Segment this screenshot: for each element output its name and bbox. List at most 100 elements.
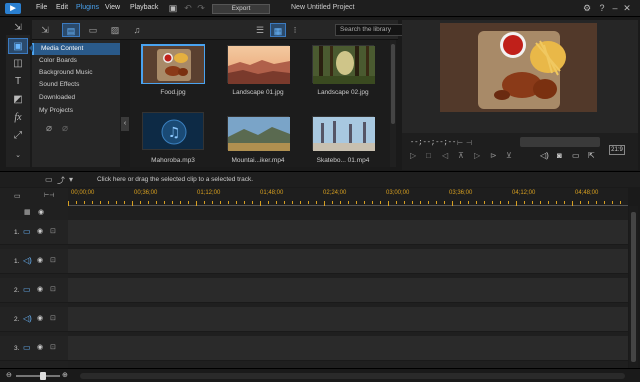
thumb-skateboard[interactable]	[312, 116, 375, 151]
import-media-icon[interactable]: ⇲	[36, 23, 54, 37]
audio-filter-icon[interactable]: ♫	[128, 23, 146, 37]
time-ruler[interactable]: 00;00;00 00;36;00 01;12;00 01;48;00 02;24;00…	[68, 188, 628, 206]
video-filter-icon[interactable]: ▭	[84, 23, 102, 37]
category-sound-effects[interactable]: Sound Effects	[32, 79, 120, 91]
category-color-boards[interactable]: Color Boards	[32, 55, 120, 67]
volume-icon[interactable]: ◁)	[540, 151, 549, 160]
pip-room-icon[interactable]: ◫	[8, 56, 28, 72]
track-header-video[interactable]: 2. ▭ ◉ ⊡	[0, 278, 68, 303]
menu-playback[interactable]: Playback	[130, 4, 158, 11]
fast-forward-icon[interactable]: ⊳	[490, 151, 497, 160]
fix-enhance-icon[interactable]: ⤴	[57, 175, 65, 186]
close-icon[interactable]: ✕	[622, 3, 632, 13]
menu-edit[interactable]: Edit	[56, 4, 68, 11]
grid-view-icon[interactable]: ▦	[270, 23, 286, 37]
category-media-content[interactable]: Media Content	[32, 43, 120, 55]
minimize-icon[interactable]: –	[610, 3, 620, 13]
zoom-slider-handle[interactable]	[40, 372, 46, 380]
particle-room-icon[interactable]: ⤢	[8, 128, 28, 144]
timeline-mode-icon[interactable]: ▭	[14, 192, 21, 200]
next-frame-icon[interactable]: ▷	[474, 151, 480, 160]
zoom-in-icon[interactable]: ⊕	[62, 371, 68, 379]
export-button[interactable]: Export	[212, 4, 270, 14]
mark-in-icon[interactable]: ⊢	[457, 139, 463, 147]
zoom-out-icon[interactable]: ⊖	[6, 371, 12, 379]
aspect-ratio-button[interactable]: 21:9	[609, 145, 625, 155]
undo-icon[interactable]: ↶	[183, 3, 193, 13]
track-visibility-icon[interactable]: ◉	[37, 314, 43, 322]
ruler-tick-mark	[244, 201, 245, 204]
all-tracks-icon[interactable]: ▦	[24, 208, 31, 216]
capture-icon[interactable]: ▣	[168, 3, 178, 13]
thumb-landscape-01[interactable]	[227, 45, 290, 84]
track-lock-icon[interactable]: ⊡	[50, 285, 56, 293]
timeline-hscroll[interactable]	[80, 373, 625, 379]
track-lock-icon[interactable]: ⊡	[50, 227, 56, 235]
image-filter-icon[interactable]: ▨	[106, 23, 124, 37]
ruler-tick-mark	[252, 201, 253, 204]
transition-room-icon[interactable]: ◩	[8, 92, 28, 108]
undock-icon[interactable]: ⇱	[588, 151, 595, 160]
media-filter-all-icon[interactable]: ▤	[62, 23, 80, 37]
track-header-audio[interactable]: 1. ◁) ◉ ⊡	[0, 249, 68, 274]
camera-icon[interactable]: ◙	[557, 151, 562, 160]
video-track[interactable]	[68, 278, 628, 303]
category-my-projects[interactable]: My Projects	[32, 105, 120, 117]
track-lock-icon[interactable]: ⊡	[50, 256, 56, 264]
thumb-mahoroba[interactable]: ♫	[142, 112, 204, 150]
title-room-icon[interactable]: T	[8, 74, 28, 90]
track-visibility-icon[interactable]: ◉	[37, 227, 43, 235]
menu-view[interactable]: View	[105, 4, 120, 11]
prev-frame-icon[interactable]: ◁	[442, 151, 448, 160]
tag-icon[interactable]: ⌀	[46, 123, 52, 134]
effect-room-icon[interactable]: fx	[8, 110, 28, 126]
track-header-audio[interactable]: 2. ◁) ◉ ⊡	[0, 307, 68, 332]
help-icon[interactable]: ?	[597, 3, 607, 13]
settings-icon[interactable]: ⚙	[582, 3, 592, 13]
track-lock-icon[interactable]: ⊡	[50, 343, 56, 351]
play-icon[interactable]: ▷	[410, 151, 416, 160]
category-downloaded[interactable]: Downloaded	[32, 92, 120, 104]
all-tracks-eye-icon[interactable]: ◉	[38, 208, 44, 216]
preview-mode-toggle[interactable]	[520, 137, 600, 147]
audio-track[interactable]	[68, 249, 628, 274]
loop-icon[interactable]: ⊻	[506, 151, 512, 160]
track-visibility-icon[interactable]: ◉	[37, 285, 43, 293]
audio-track[interactable]	[68, 307, 628, 332]
thumb-mountain-biker[interactable]	[227, 116, 290, 151]
track-lock-icon[interactable]: ⊡	[50, 314, 56, 322]
mark-out-icon[interactable]: ⊣	[466, 139, 472, 147]
video-track[interactable]	[68, 220, 628, 245]
zoom-slider[interactable]	[16, 375, 60, 377]
stop-icon[interactable]: □	[426, 151, 431, 160]
import-icon[interactable]: ⇲	[6, 22, 30, 34]
snapshot-icon[interactable]: ⊼	[458, 151, 464, 160]
display-icon[interactable]: ▭	[572, 151, 580, 160]
ruler-tick-mark	[124, 201, 125, 204]
track-header-video[interactable]: 1. ▭ ◉ ⊡	[0, 220, 68, 245]
track-area[interactable]	[68, 206, 628, 368]
category-background-music[interactable]: Background Music	[32, 67, 120, 79]
render-icon[interactable]: ▾	[69, 175, 73, 184]
timeline-vscroll[interactable]	[629, 206, 638, 368]
track-manager-icon[interactable]: ▭	[45, 175, 53, 184]
collapse-category-button[interactable]: ‹	[121, 117, 129, 131]
video-track[interactable]	[68, 336, 628, 361]
room-collapse-icon[interactable]: ⌄	[8, 148, 28, 164]
track-header-video[interactable]: 3. ▭ ◉ ⊡	[0, 336, 68, 361]
sort-icon[interactable]: ⁝	[288, 23, 302, 37]
search-placeholder: Search the library	[340, 26, 391, 33]
thumb-landscape-02[interactable]	[312, 45, 375, 84]
track-visibility-icon[interactable]: ◉	[37, 256, 43, 264]
track-visibility-icon[interactable]: ◉	[37, 343, 43, 351]
redo-icon[interactable]: ↷	[196, 3, 206, 13]
menu-file[interactable]: File	[36, 4, 47, 11]
library-scrollbar[interactable]	[390, 40, 396, 167]
storyboard-icon[interactable]: ⊢⊣	[44, 192, 54, 199]
ruler-tick-mark	[412, 201, 413, 204]
list-view-icon[interactable]: ☰	[252, 23, 268, 37]
thumb-food[interactable]	[141, 44, 205, 84]
menu-plugins[interactable]: Plugins	[76, 4, 99, 11]
tag-remove-icon[interactable]: ⌀	[62, 123, 68, 134]
media-room-icon[interactable]: ▣	[8, 38, 28, 54]
